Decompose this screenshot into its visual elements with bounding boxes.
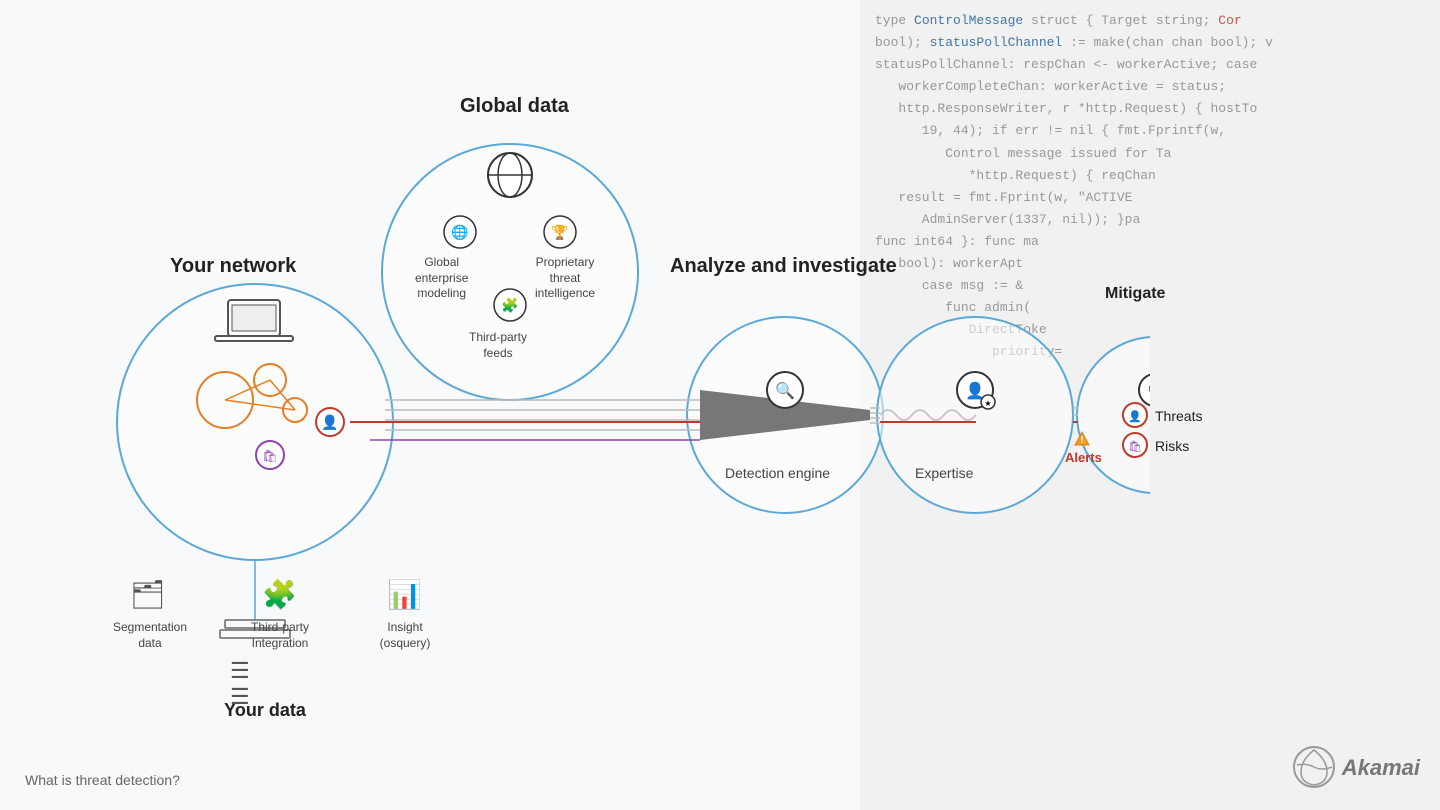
svg-text:🛍: 🛍 [262, 449, 277, 463]
threats-label: Threats [1155, 408, 1202, 424]
akamai-logo-text: Akamai [1342, 755, 1420, 781]
analyze-section-label: Analyze and investigate [670, 255, 897, 278]
network-section-label: Your network [170, 255, 296, 278]
code-line: bool): workerApt [875, 253, 1425, 275]
third-party-integration-label: Third-partyIntegration [230, 620, 330, 651]
expertise-label: Expertise [915, 465, 973, 481]
proprietary-threat-label: Proprietarythreatintelligence [535, 255, 595, 302]
code-line: priority= [875, 341, 1425, 363]
svg-text:🔍: 🔍 [775, 380, 795, 400]
code-line: statusPollChannel: respChan <- workerAct… [875, 54, 1425, 76]
akamai-logo-icon [1292, 745, 1337, 790]
code-line: Control message issued for Ta [875, 143, 1425, 165]
alerts-label: Alerts [1065, 450, 1102, 465]
code-line: AdminServer(1337, nil)); }pa [875, 209, 1425, 231]
detection-engine-label: Detection engine [725, 465, 830, 481]
code-background: type ControlMessage struct { Target stri… [860, 0, 1440, 810]
global-enterprise-label: Globalenterprisemodeling [415, 255, 468, 302]
third-party-feeds-label: Third-partyfeeds [469, 330, 527, 361]
svg-text:🌐: 🌐 [451, 224, 468, 241]
svg-text:🧩: 🧩 [501, 297, 518, 314]
code-line: bool); statusPollChannel := make(chan ch… [875, 32, 1425, 54]
integration-icon: 🧩 [262, 578, 297, 611]
svg-text:👤: 👤 [321, 414, 338, 431]
akamai-logo: Akamai [1292, 745, 1420, 790]
insight-icon: 📊 [387, 578, 422, 611]
page-title-label: What is threat detection? [25, 772, 180, 788]
your-data-icon: ☰☰ [230, 658, 250, 710]
code-line: DirectToke [875, 319, 1425, 341]
code-line: type ControlMessage struct { Target stri… [875, 10, 1425, 32]
segmentation-icon: 🗂 [130, 578, 166, 611]
svg-text:🏆: 🏆 [551, 224, 569, 241]
code-line: result = fmt.Fprint(w, "ACTIVE [875, 187, 1425, 209]
code-line: workerCompleteChan: workerActive = statu… [875, 76, 1425, 98]
mitigate-label: Mitigate [1105, 285, 1165, 303]
segmentation-data-label: Segmentationdata [105, 620, 195, 651]
global-data-label: Global data [460, 95, 569, 118]
code-line: *http.Request) { reqChan [875, 165, 1425, 187]
code-line: http.ResponseWriter, r *http.Request) { … [875, 98, 1425, 120]
code-line: 19, 44); if err != nil { fmt.Fprintf(w, [875, 120, 1425, 142]
code-line: func int64 }: func ma [875, 231, 1425, 253]
insight-label: Insight(osquery) [355, 620, 455, 651]
risks-label: Risks [1155, 438, 1189, 454]
